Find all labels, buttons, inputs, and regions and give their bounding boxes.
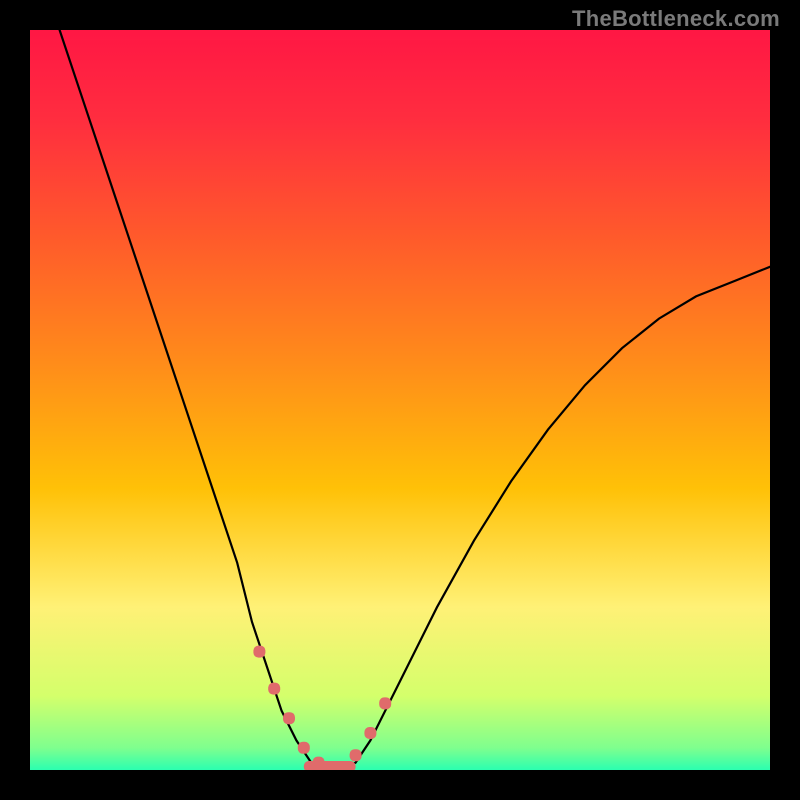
plot-area (30, 30, 770, 770)
chart-frame: TheBottleneck.com (0, 0, 800, 800)
rough-marker (379, 697, 391, 709)
rough-marker-flat (304, 761, 356, 770)
rough-marker (350, 749, 362, 761)
rough-marker (283, 712, 295, 724)
rough-marker (253, 646, 265, 658)
rough-zone-markers (253, 646, 391, 770)
watermark-text: TheBottleneck.com (572, 6, 780, 32)
bottleneck-curve (30, 30, 770, 770)
rough-marker (268, 683, 280, 695)
rough-marker (298, 742, 310, 754)
rough-marker (364, 727, 376, 739)
